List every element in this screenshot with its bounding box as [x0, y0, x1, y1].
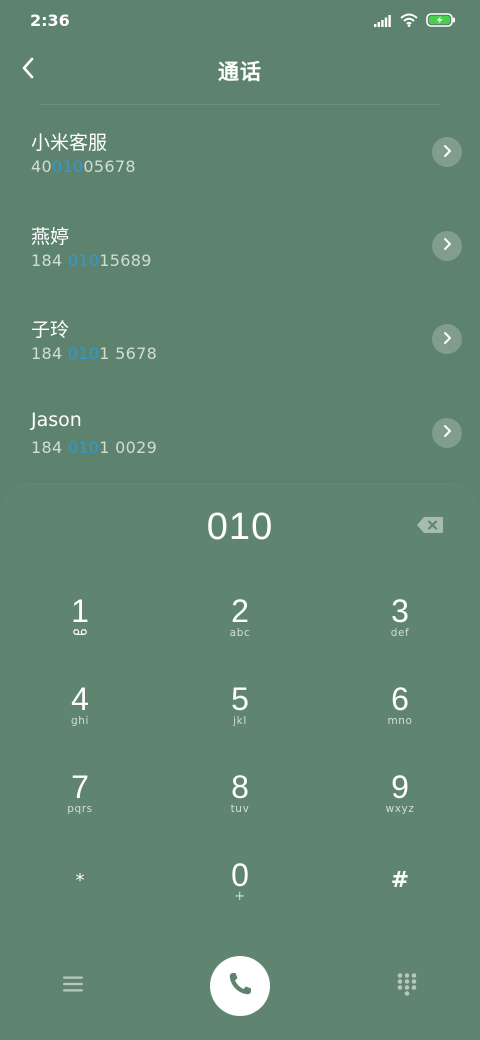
- key-letters: wxyz: [385, 803, 415, 815]
- key-2[interactable]: 2 abc: [180, 594, 300, 664]
- backspace-button[interactable]: [416, 516, 446, 538]
- chevron-right-icon: [442, 143, 452, 162]
- status-bar: 2:36: [0, 0, 480, 40]
- key-digit: 0: [231, 857, 249, 893]
- contact-name: 子玲: [31, 319, 70, 341]
- status-time: 2:36: [30, 11, 70, 30]
- number-match: 010: [67, 344, 100, 363]
- key-7[interactable]: 7 pqrs: [20, 770, 140, 840]
- contact-number: 184 01015689: [31, 251, 152, 270]
- key-digit: 7: [71, 769, 89, 805]
- chevron-right-icon: [442, 330, 452, 349]
- key-digit: #: [390, 868, 410, 893]
- dialpad-toggle-button[interactable]: [392, 971, 422, 1001]
- contact-name: 小米客服: [31, 132, 108, 154]
- key-letters: jkl: [233, 715, 247, 727]
- key-digit: 4: [71, 681, 89, 717]
- number-prefix: 184: [31, 437, 68, 457]
- key-digit: 8: [231, 769, 249, 805]
- key-digit: 2: [231, 593, 249, 629]
- key-0[interactable]: 0 +: [180, 858, 300, 928]
- key-letters: ghi: [70, 715, 90, 727]
- contact-item[interactable]: 子玲 184 0101 5678: [0, 295, 480, 389]
- key-star[interactable]: *: [20, 858, 140, 928]
- key-hash[interactable]: #: [340, 858, 460, 928]
- chevron-right-icon: [442, 423, 452, 442]
- number-suffix: 1 0029: [99, 437, 158, 457]
- status-icons: [374, 12, 456, 31]
- key-digit: 9: [391, 769, 409, 805]
- key-3[interactable]: 3 def: [340, 594, 460, 664]
- call-button[interactable]: [210, 956, 270, 1016]
- contact-number: 184 0101 0029: [31, 438, 157, 457]
- chevron-right-icon: [442, 236, 452, 255]
- number-match: 010: [67, 437, 100, 457]
- number-prefix: 40: [31, 157, 52, 176]
- dialpad-icon: [396, 972, 418, 1000]
- contact-number: 184 0101 5678: [31, 344, 157, 363]
- key-letters: mno: [387, 715, 413, 727]
- voicemail-icon: [20, 626, 140, 640]
- dialed-number: 010: [206, 506, 274, 548]
- number-suffix: 1 5678: [99, 344, 158, 363]
- key-letters: +: [234, 889, 246, 904]
- header-divider: [40, 104, 440, 105]
- contact-list: 小米客服 4001005678 燕婷 184 01015689 子玲 184 0…: [0, 108, 480, 482]
- number-match: 010: [67, 250, 100, 270]
- menu-icon: [62, 975, 84, 997]
- number-prefix: 184: [31, 344, 68, 363]
- number-suffix: 05678: [83, 157, 136, 176]
- contact-item[interactable]: 燕婷 184 01015689: [0, 202, 480, 296]
- key-8[interactable]: 8 tuv: [180, 770, 300, 840]
- menu-button[interactable]: [58, 971, 88, 1001]
- backspace-icon: [416, 517, 444, 538]
- contact-name: Jason: [31, 408, 82, 431]
- number-prefix: 184: [31, 250, 68, 270]
- contact-number: 4001005678: [31, 157, 136, 176]
- key-digit: *: [75, 870, 85, 891]
- key-6[interactable]: 6 mno: [340, 682, 460, 752]
- number-suffix: 15689: [99, 250, 152, 270]
- battery-charging-icon: [426, 12, 456, 31]
- key-4[interactable]: 4 ghi: [20, 682, 140, 752]
- bottom-bar: [0, 956, 480, 1016]
- page-title: 通话: [218, 60, 262, 84]
- key-digit: 6: [391, 681, 409, 717]
- key-digit: 3: [391, 593, 409, 629]
- key-letters: tuv: [230, 803, 250, 815]
- contact-item[interactable]: 小米客服 4001005678: [0, 108, 480, 202]
- number-match: 010: [51, 157, 84, 176]
- phone-icon: [225, 969, 255, 1003]
- key-letters: def: [390, 627, 410, 639]
- contact-detail-button[interactable]: [432, 417, 462, 448]
- contact-name: 燕婷: [31, 225, 70, 248]
- key-letters: abc: [229, 627, 251, 639]
- key-letters: pqrs: [67, 803, 93, 815]
- contact-detail-button[interactable]: [432, 324, 462, 354]
- key-5[interactable]: 5 jkl: [180, 682, 300, 752]
- key-9[interactable]: 9 wxyz: [340, 770, 460, 840]
- key-digit: 5: [231, 681, 249, 717]
- signal-icon: [374, 12, 392, 31]
- contact-item[interactable]: Jason 184 0101 0029: [0, 389, 480, 483]
- contact-detail-button[interactable]: [432, 137, 462, 167]
- contact-detail-button[interactable]: [432, 230, 462, 261]
- key-digit: 1: [71, 593, 89, 629]
- wifi-icon: [400, 12, 418, 31]
- key-1[interactable]: 1: [20, 594, 140, 664]
- header: 通话: [0, 44, 480, 96]
